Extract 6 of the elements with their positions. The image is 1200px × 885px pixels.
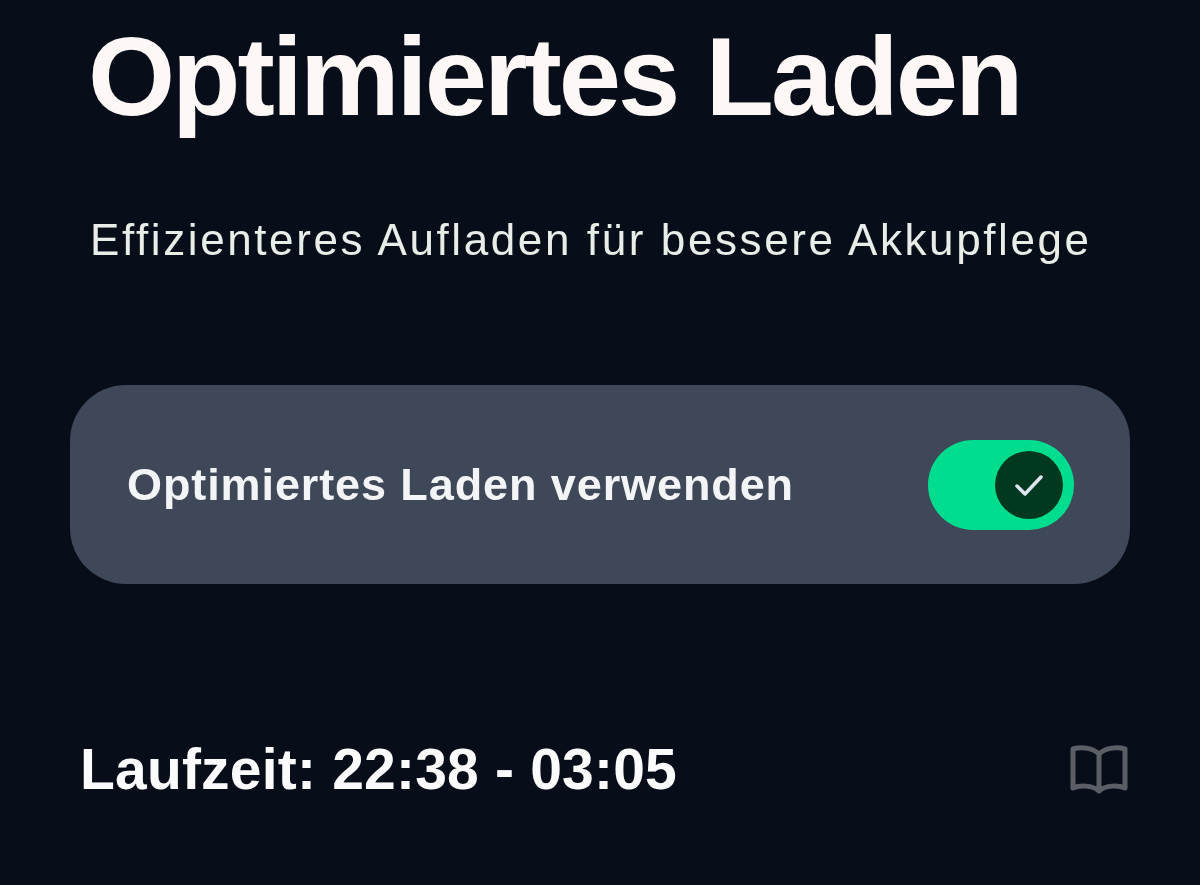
- check-knob-icon: [995, 450, 1063, 519]
- page-title: Optimiertes Laden: [88, 13, 1021, 141]
- setting-label: Optimiertes Laden verwenden: [127, 458, 794, 511]
- page-subtitle: Effizienteres Aufladen für bessere Akkupflege: [90, 214, 1092, 266]
- runtime-text: Laufzeit: 22:38 - 03:05: [80, 736, 677, 802]
- book-icon[interactable]: [1070, 744, 1128, 794]
